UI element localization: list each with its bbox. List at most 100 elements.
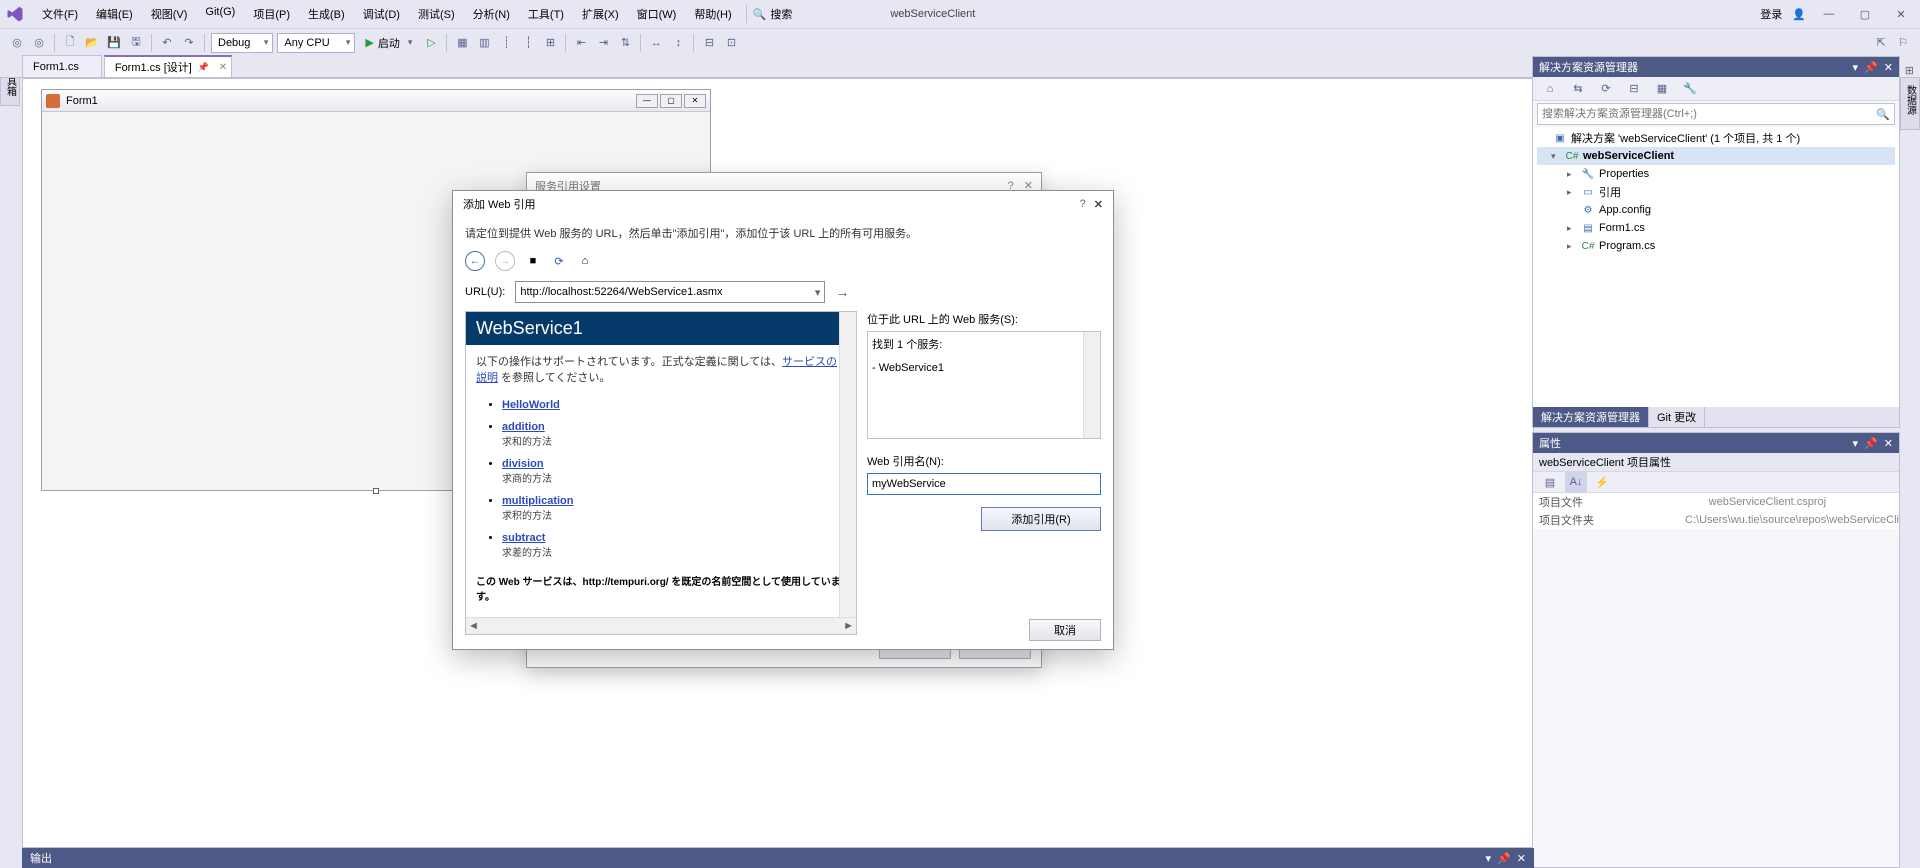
search-input[interactable] (796, 6, 876, 22)
solution-tree[interactable]: ▣解决方案 'webServiceClient' (1 个项目, 共 1 个) … (1533, 127, 1899, 407)
platform-combo[interactable]: Any CPU (277, 33, 355, 53)
menu-edit[interactable]: 编辑(E) (88, 2, 141, 26)
toolbar-icon[interactable]: ⇥ (592, 32, 614, 54)
close-icon[interactable]: ✕ (1517, 852, 1526, 865)
feedback-icon[interactable]: ⚐ (1892, 32, 1914, 54)
help-icon[interactable]: ? (1080, 198, 1086, 210)
collapse-icon[interactable]: ⊟ (1623, 78, 1645, 100)
service-list-item[interactable]: - WebService1 (872, 362, 1096, 374)
datasource-collapsed-tab[interactable]: 数据源 (1900, 70, 1920, 130)
home-icon[interactable]: ⌂ (577, 253, 593, 269)
horizontal-scrollbar[interactable]: ◄► (466, 617, 856, 634)
nav-fwd-icon[interactable]: ◎ (28, 32, 50, 54)
tab-form1-cs[interactable]: Form1.cs (22, 55, 102, 77)
nav-back-icon[interactable]: ← (465, 251, 485, 271)
open-icon[interactable]: 📂 (81, 32, 103, 54)
menu-file[interactable]: 文件(F) (34, 2, 86, 26)
tree-appconfig[interactable]: App.config (1599, 204, 1651, 216)
pin-icon[interactable]: 📌 (1864, 437, 1878, 450)
solution-search[interactable]: 🔍 (1537, 103, 1895, 125)
nav-forward-icon[interactable]: → (495, 251, 515, 271)
properties-icon[interactable]: 🔧 (1679, 78, 1701, 100)
panel-dropdown-icon[interactable]: ▾ (1853, 61, 1859, 74)
close-icon[interactable]: ✕ (219, 62, 227, 73)
nav-back-icon[interactable]: ◎ (6, 32, 28, 54)
toolbar-icon[interactable]: ▦ (451, 32, 473, 54)
panel-dropdown-icon[interactable]: ▾ (1853, 437, 1859, 450)
toolbar-icon[interactable]: ▥ (473, 32, 495, 54)
toolbar-icon[interactable]: ⇅ (614, 32, 636, 54)
chevron-down-icon[interactable]: ▾ (815, 286, 821, 299)
op-link-subtract[interactable]: subtract (502, 532, 545, 544)
menu-test[interactable]: 测试(S) (410, 2, 463, 26)
close-icon[interactable]: ✕ (1884, 437, 1893, 450)
menu-project[interactable]: 项目(P) (245, 2, 298, 26)
vertical-scrollbar[interactable] (839, 312, 856, 617)
undo-icon[interactable]: ↶ (156, 32, 178, 54)
toolbar-icon[interactable]: ↔ (645, 32, 667, 54)
tree-program[interactable]: Program.cs (1599, 240, 1655, 252)
menu-window[interactable]: 窗口(W) (629, 2, 685, 26)
tree-form1[interactable]: Form1.cs (1599, 222, 1645, 234)
account-icon[interactable]: 👤 (1792, 8, 1806, 21)
go-icon[interactable]: → (835, 284, 849, 300)
op-link-division[interactable]: division (502, 458, 544, 470)
menu-git[interactable]: Git(G) (197, 2, 243, 26)
stop-icon[interactable]: ■ (525, 253, 541, 269)
toolbar-icon[interactable]: ↕ (667, 32, 689, 54)
redo-icon[interactable]: ↷ (178, 32, 200, 54)
config-combo[interactable]: Debug (211, 33, 273, 53)
url-input[interactable] (520, 286, 820, 298)
login-link[interactable]: 登录 (1760, 6, 1782, 22)
show-all-icon[interactable]: ▦ (1651, 78, 1673, 100)
menu-tools[interactable]: 工具(T) (520, 2, 572, 26)
prop-value[interactable]: C:\Users\wu.tie\source\repos\webServiceC… (1685, 514, 1899, 526)
toolbar-icon[interactable]: ⊟ (698, 32, 720, 54)
tree-project[interactable]: webServiceClient (1583, 150, 1674, 162)
add-reference-button[interactable]: 添加引用(R) (981, 507, 1101, 531)
output-panel-tab[interactable]: 输出 ▾ 📌 ✕ (22, 848, 1534, 868)
pin-icon[interactable]: 📌 (1497, 852, 1511, 865)
toolbar-icon[interactable]: ┊ (495, 32, 517, 54)
op-link-helloworld[interactable]: HelloWorld (502, 399, 560, 411)
start-button[interactable]: ▶启动▾ (357, 32, 420, 54)
tab-window-icon[interactable]: ⊞ (1905, 64, 1914, 77)
ref-name-input[interactable] (867, 473, 1101, 495)
menu-view[interactable]: 视图(V) (143, 2, 196, 26)
search-icon[interactable]: 🔍 (753, 8, 767, 21)
close-icon[interactable]: ✕ (1094, 198, 1103, 211)
tab-form1-design[interactable]: Form1.cs [设计]📌✕ (104, 55, 232, 77)
home-icon[interactable]: ⌂ (1539, 78, 1561, 100)
close-button[interactable]: ✕ (1888, 4, 1914, 24)
menu-analyze[interactable]: 分析(N) (465, 2, 518, 26)
search-icon[interactable]: 🔍 (1876, 108, 1890, 121)
minimize-button[interactable]: — (1816, 4, 1842, 24)
op-link-multiplication[interactable]: multiplication (502, 495, 574, 507)
pin-icon[interactable]: 📌 (198, 62, 209, 73)
props-grid[interactable]: 项目文件webServiceClient.csproj 项目文件夹C:\User… (1533, 493, 1899, 529)
tree-solution-root[interactable]: 解决方案 'webServiceClient' (1 个项目, 共 1 个) (1571, 130, 1800, 146)
refresh-icon[interactable]: ⟳ (551, 253, 567, 269)
pin-icon[interactable]: 📌 (1864, 61, 1878, 74)
tab-git-changes[interactable]: Git 更改 (1649, 407, 1705, 427)
services-list-box[interactable]: 找到 1 个服务: - WebService1 (867, 331, 1101, 439)
refresh-icon[interactable]: ⟳ (1595, 78, 1617, 100)
menu-debug[interactable]: 调试(D) (355, 2, 408, 26)
live-share-icon[interactable]: ⇱ (1870, 32, 1892, 54)
op-link-addition[interactable]: addition (502, 421, 545, 433)
sync-icon[interactable]: ⇆ (1567, 78, 1589, 100)
tree-properties[interactable]: Properties (1599, 168, 1649, 180)
categorize-icon[interactable]: ▤ (1539, 471, 1561, 493)
menu-build[interactable]: 生成(B) (300, 2, 353, 26)
events-icon[interactable]: ⚡ (1591, 471, 1613, 493)
close-icon[interactable]: ✕ (1884, 61, 1893, 74)
menu-extensions[interactable]: 扩展(X) (574, 2, 627, 26)
maximize-button[interactable]: ▢ (1852, 4, 1878, 24)
panel-dropdown-icon[interactable]: ▾ (1486, 852, 1492, 865)
menu-help[interactable]: 帮助(H) (686, 2, 739, 26)
resize-handle[interactable] (373, 488, 379, 494)
solution-search-input[interactable] (1542, 108, 1876, 120)
toolbar-icon[interactable]: ⊞ (539, 32, 561, 54)
vertical-scrollbar[interactable] (1083, 332, 1100, 438)
save-icon[interactable]: 💾 (103, 32, 125, 54)
